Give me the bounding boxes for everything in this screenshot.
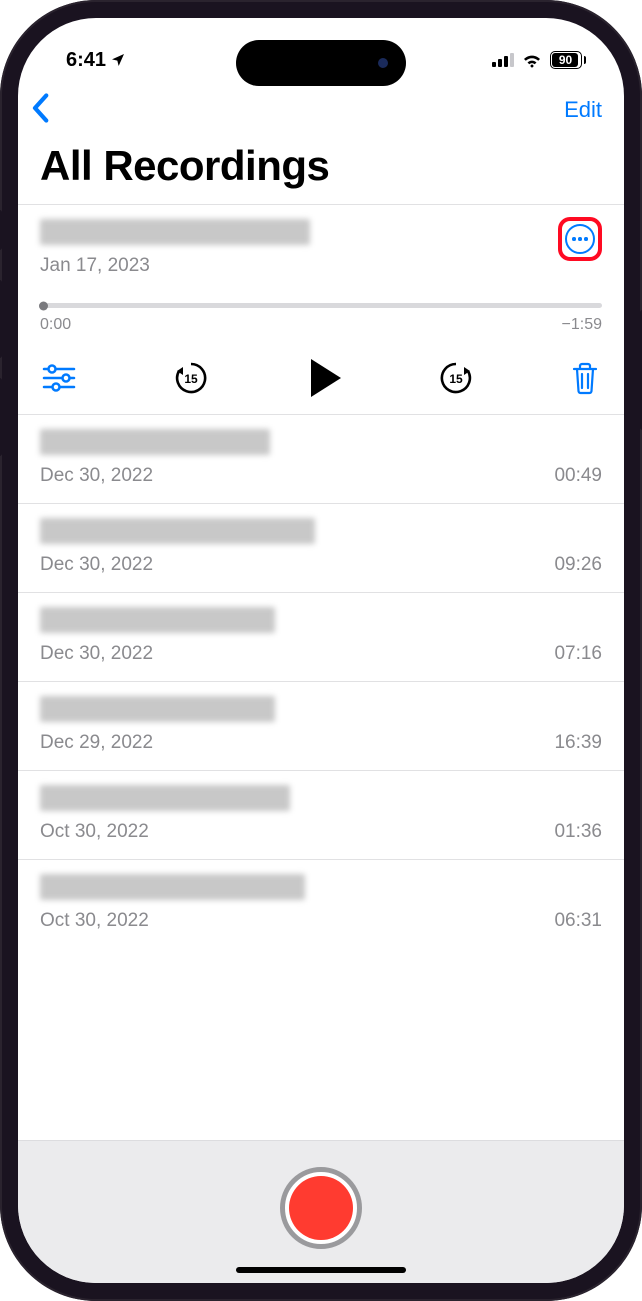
list-item[interactable]: Dec 30, 2022 07:16 bbox=[18, 592, 624, 681]
list-item[interactable]: Dec 29, 2022 16:39 bbox=[18, 681, 624, 770]
list-item[interactable]: Dec 30, 2022 00:49 bbox=[18, 414, 624, 503]
recording-duration: 09:26 bbox=[554, 554, 602, 576]
selected-recording[interactable]: Jan 17, 2023 0:00 −1:59 bbox=[18, 205, 624, 414]
list-item[interactable]: Dec 30, 2022 09:26 bbox=[18, 503, 624, 592]
recording-date: Dec 30, 2022 bbox=[40, 554, 153, 576]
list-item[interactable]: Oct 30, 2022 06:31 bbox=[18, 859, 624, 948]
recording-date: Oct 30, 2022 bbox=[40, 910, 149, 932]
recording-duration: 07:16 bbox=[554, 643, 602, 665]
cellular-icon bbox=[492, 53, 514, 67]
phone-frame: 6:41 bbox=[0, 0, 642, 1301]
dynamic-island bbox=[236, 40, 406, 86]
volume-down bbox=[0, 378, 2, 456]
recording-title-redacted bbox=[40, 874, 305, 900]
recording-date: Dec 29, 2022 bbox=[40, 732, 153, 754]
recording-date: Oct 30, 2022 bbox=[40, 821, 149, 843]
recording-title-redacted bbox=[40, 429, 270, 455]
recording-title-redacted bbox=[40, 219, 310, 245]
recording-date: Dec 30, 2022 bbox=[40, 643, 153, 665]
svg-text:15: 15 bbox=[184, 372, 198, 386]
skip-forward-button[interactable]: 15 bbox=[436, 358, 476, 398]
nav-bar: Edit bbox=[18, 84, 624, 132]
back-button[interactable] bbox=[30, 93, 50, 128]
recording-title-redacted bbox=[40, 607, 275, 633]
recording-duration: 01:36 bbox=[554, 821, 602, 843]
svg-text:15: 15 bbox=[449, 372, 463, 386]
battery-percentage: 90 bbox=[559, 53, 572, 67]
elapsed-time: 0:00 bbox=[40, 316, 71, 334]
recording-date: Dec 30, 2022 bbox=[40, 465, 153, 487]
scrubber-thumb[interactable] bbox=[39, 301, 48, 310]
record-button[interactable] bbox=[280, 1167, 362, 1249]
screen: 6:41 bbox=[18, 18, 624, 1283]
record-icon bbox=[289, 1176, 353, 1240]
list-item[interactable]: Oct 30, 2022 01:36 bbox=[18, 770, 624, 859]
recording-title-redacted bbox=[40, 785, 290, 811]
recording-date: Jan 17, 2023 bbox=[40, 255, 310, 277]
play-button[interactable] bbox=[305, 359, 341, 397]
playback-options-button[interactable] bbox=[42, 364, 76, 392]
volume-up bbox=[0, 280, 2, 358]
playback-controls: 15 15 bbox=[40, 358, 602, 398]
annotation-highlight bbox=[558, 217, 602, 261]
recordings-list[interactable]: Dec 30, 2022 00:49 Dec 30, 2022 09:26 De… bbox=[18, 414, 624, 1140]
location-icon bbox=[110, 52, 126, 68]
remaining-time: −1:59 bbox=[562, 316, 602, 334]
status-time: 6:41 bbox=[66, 49, 106, 72]
wifi-icon bbox=[522, 53, 542, 68]
more-options-button[interactable] bbox=[565, 224, 595, 254]
delete-button[interactable] bbox=[570, 361, 600, 395]
recording-duration: 00:49 bbox=[554, 465, 602, 487]
edit-button[interactable]: Edit bbox=[564, 97, 602, 123]
recording-duration: 16:39 bbox=[554, 732, 602, 754]
skip-back-button[interactable]: 15 bbox=[171, 358, 211, 398]
recording-title-redacted bbox=[40, 518, 315, 544]
recording-title-redacted bbox=[40, 696, 275, 722]
play-icon bbox=[311, 359, 341, 397]
home-indicator[interactable] bbox=[236, 1267, 406, 1273]
page-title: All Recordings bbox=[18, 132, 624, 204]
battery-icon: 90 bbox=[550, 51, 587, 69]
recording-duration: 06:31 bbox=[554, 910, 602, 932]
bottom-toolbar bbox=[18, 1140, 624, 1283]
silent-switch bbox=[0, 210, 2, 250]
playback-scrubber[interactable]: 0:00 −1:59 bbox=[40, 303, 602, 334]
